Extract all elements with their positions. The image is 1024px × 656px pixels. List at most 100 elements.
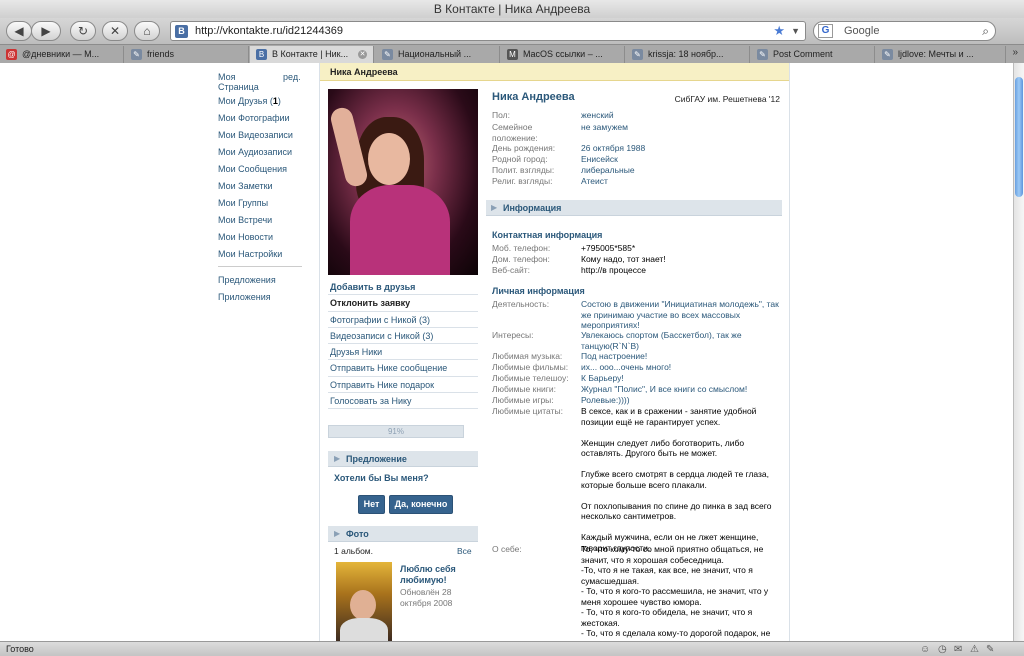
more-tabs-icon[interactable]: » — [1012, 47, 1018, 58]
proposal-question: Хотели бы Вы меня? — [334, 473, 429, 483]
tab-active[interactable]: B В Контакте | Ник... ✕ — [250, 46, 374, 63]
search-icon[interactable]: ⌕ — [982, 22, 989, 40]
nav-offers[interactable]: Предложения — [218, 275, 308, 292]
tab[interactable]: ✎ Post Comment — [751, 46, 875, 63]
tab[interactable]: @ @дневники — М... — [0, 46, 124, 63]
nav-my-videos[interactable]: Мои Видеозаписи — [218, 130, 308, 147]
google-icon[interactable]: G — [818, 24, 833, 38]
nav-my-audio[interactable]: Мои Аудиозаписи — [218, 147, 308, 164]
left-navigation: Моя Страница ред. Мои Друзья (1) Мои Фот… — [218, 72, 308, 309]
nav-my-events[interactable]: Мои Встречи — [218, 215, 308, 232]
send-message-link[interactable]: Отправить Нике сообщение — [328, 360, 478, 377]
link-icon: ✎ — [757, 49, 768, 60]
tab[interactable]: ✎ friends — [125, 46, 249, 63]
vk-icon: B — [256, 49, 267, 60]
decline-request-link[interactable]: Отклонить заявку — [328, 295, 478, 312]
personal-label: Деятельность: — [492, 299, 550, 309]
info-value[interactable]: Атеист — [581, 176, 779, 187]
send-gift-link[interactable]: Отправить Нике подарок — [328, 377, 478, 394]
nav-my-page[interactable]: Моя Страница ред. — [218, 72, 301, 96]
nav-my-messages[interactable]: Мои Сообщения — [218, 164, 308, 181]
tab-label: Национальный ... — [398, 49, 472, 59]
collapse-arrow-icon[interactable]: ▶ — [334, 526, 340, 542]
scroll-thumb[interactable] — [1015, 77, 1023, 197]
nav-my-photos[interactable]: Мои Фотографии — [218, 113, 308, 130]
add-friend-link[interactable]: Добавить в друзья — [328, 279, 478, 296]
info-value[interactable]: женский — [581, 110, 779, 121]
back-button[interactable]: ◀ — [6, 21, 32, 41]
album-thumbnail[interactable] — [336, 562, 392, 641]
mail-icon: ✉ — [954, 644, 963, 655]
personal-value[interactable]: Увлекаюсь спортом (Басскетбол), так же т… — [581, 330, 779, 351]
no-button[interactable]: Нет — [358, 495, 385, 514]
info-label: День рождения: — [492, 143, 556, 153]
bookmark-star-icon[interactable]: ★ — [773, 22, 785, 40]
nav-my-notes[interactable]: Мои Заметки — [218, 181, 308, 198]
tab-label: MacOS ссылки – ... — [523, 49, 603, 59]
stop-button[interactable]: ✕ — [102, 21, 128, 41]
contact-label: Дом. телефон: — [492, 254, 550, 264]
personal-label: Любимые книги: — [492, 384, 556, 394]
album-updated: Обновлён 28 октября 2008 — [400, 587, 453, 608]
albums-all-link[interactable]: Все — [457, 546, 472, 556]
tab[interactable]: ✎ krissja: 18 ноябр... — [626, 46, 750, 63]
profile-content: Ника Андреева Добавить в друзья Отклонит… — [319, 63, 790, 641]
close-tab-icon[interactable]: ✕ — [358, 50, 367, 59]
tab[interactable]: ✎ ljdlove: Мечты и ... — [876, 46, 1006, 63]
personal-value[interactable]: Под настроение! — [581, 351, 779, 362]
info-value[interactable]: Енисейск — [581, 154, 779, 165]
videos-with-link[interactable]: Видеозаписи с Никой (3) — [328, 328, 478, 345]
search-input[interactable]: G Google ⌕ — [813, 21, 996, 41]
rating-bar: 91% — [328, 425, 464, 438]
contact-value: +795005*585* — [581, 243, 636, 253]
info-section-header[interactable]: ▶ Информация — [486, 200, 782, 216]
photos-with-link[interactable]: Фотографии с Никой (3) — [328, 312, 478, 328]
personal-value[interactable]: Ролевые:)))) — [581, 395, 779, 406]
url-dropdown-icon[interactable]: ▼ — [791, 22, 800, 40]
info-label: Родной город: — [492, 154, 548, 164]
contact-label: Моб. телефон: — [492, 243, 551, 253]
album-title-link[interactable]: Люблю себя любимую! — [400, 564, 476, 586]
vertical-scrollbar[interactable] — [1013, 63, 1024, 641]
collapse-arrow-icon[interactable]: ▶ — [334, 451, 340, 467]
reload-button[interactable]: ↻ — [70, 21, 96, 41]
nav-apps[interactable]: Приложения — [218, 292, 308, 309]
photo-face — [368, 133, 410, 185]
tab-label: krissja: 18 ноябр... — [648, 49, 724, 59]
personal-value[interactable]: Журнал "Полис", И все книги со смыслом! — [581, 384, 779, 395]
thumb-body — [340, 618, 388, 641]
personal-value[interactable]: Состою в движении "Инициатиная молодежь"… — [581, 299, 779, 331]
forward-button[interactable]: ▶ — [31, 21, 61, 41]
tab[interactable]: M MacOS ссылки – ... — [501, 46, 625, 63]
personal-value[interactable]: их... ооо...очень много! — [581, 362, 779, 373]
page-viewport: Моя Страница ред. Мои Друзья (1) Мои Фот… — [0, 63, 1013, 641]
info-value[interactable]: не замужем — [581, 122, 779, 133]
nav-my-friends[interactable]: Мои Друзья (1) — [218, 96, 308, 113]
browser-toolbar: ◀ ▶ ↻ ✕ ⌂ B http://vkontakte.ru/id212443… — [0, 18, 1024, 44]
home-button[interactable]: ⌂ — [134, 21, 160, 41]
user-icon: ☺ — [920, 644, 931, 655]
vote-link[interactable]: Голосовать за Нику — [328, 393, 478, 410]
personal-value[interactable]: К Барьеру! — [581, 373, 779, 384]
nav-my-groups[interactable]: Мои Группы — [218, 198, 308, 215]
profile-photo[interactable] — [328, 89, 478, 275]
info-label: Пол: — [492, 110, 510, 120]
url-bar[interactable]: B http://vkontakte.ru/id21244369 ★ ▼ — [170, 21, 806, 41]
status-bar: Готово ☺ ◷ ✉ ⚠ ✎ — [0, 641, 1024, 656]
personal-label: О себе: — [492, 544, 522, 554]
personal-label: Любимая музыка: — [492, 351, 563, 361]
yes-button[interactable]: Да, конечно — [389, 495, 453, 514]
personal-subheader: Личная информация — [492, 286, 585, 296]
nav-edit-link[interactable]: ред. — [283, 72, 301, 82]
nav-my-news[interactable]: Мои Новости — [218, 232, 308, 249]
albums-count: 1 альбом. — [334, 546, 374, 556]
tab[interactable]: ✎ Национальный ... — [376, 46, 500, 63]
friends-of-link[interactable]: Друзья Ники — [328, 344, 478, 361]
info-value[interactable]: либеральные — [581, 165, 779, 176]
contact-label: Веб-сайт: — [492, 265, 530, 275]
nav-my-settings[interactable]: Мои Настройки — [218, 249, 308, 266]
window-title: В Контакте | Ника Андреева — [0, 0, 1024, 18]
profile-school[interactable]: СибГАУ им. Решетнева '12 — [675, 94, 780, 104]
info-value[interactable]: 26 октября 1988 — [581, 143, 779, 154]
profile-name: Ника Андреева — [492, 91, 575, 103]
